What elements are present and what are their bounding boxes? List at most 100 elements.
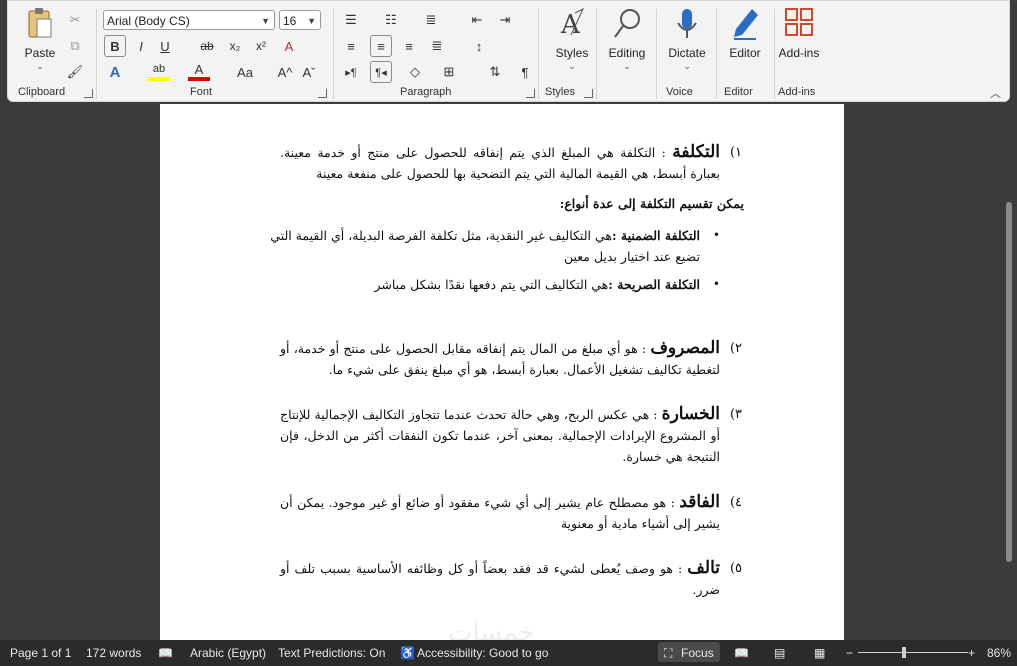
shading-icon[interactable]: ◇: [404, 61, 426, 83]
zoom-slider[interactable]: [858, 652, 968, 653]
numbering-icon[interactable]: ☷: [380, 9, 402, 31]
clear-formatting-button[interactable]: A: [278, 35, 300, 57]
chevron-down-icon: ▼: [307, 16, 316, 26]
vertical-scrollbar[interactable]: [1001, 104, 1017, 640]
web-layout-icon[interactable]: ▦: [814, 646, 825, 660]
editing-button[interactable]: Editing ⌄: [602, 7, 652, 72]
list-number: ١): [729, 145, 742, 160]
status-bar: Page 1 of 1 172 words 📖 Arabic (Egypt) T…: [0, 640, 1017, 666]
font-name-value: Arial (Body CS): [107, 14, 190, 28]
underline-button[interactable]: U: [154, 35, 176, 57]
paragraph-1: ١) التكلفة : التكلفة هي المبلغ الذي يتم …: [280, 142, 742, 184]
collapse-ribbon-icon[interactable]: ︿: [990, 85, 1001, 101]
editing-label: Editing: [608, 46, 646, 60]
font-size-combo[interactable]: 16 ▼: [279, 10, 321, 30]
increase-indent-icon[interactable]: ⇥: [494, 9, 516, 31]
bold-button[interactable]: B: [104, 35, 126, 57]
clipboard-dialog-launcher[interactable]: [84, 89, 93, 98]
ltr-icon[interactable]: ▸¶: [340, 61, 362, 83]
font-group-label: Font: [190, 86, 213, 98]
term: التكلفة الصريحة :: [608, 277, 700, 292]
paragraph-dialog-launcher[interactable]: [526, 89, 535, 98]
cut-icon[interactable]: ✂: [64, 9, 86, 31]
subscript-button[interactable]: x₂: [224, 35, 246, 57]
font-name-combo[interactable]: Arial (Body CS) ▼: [103, 10, 275, 30]
search-icon: [614, 9, 640, 38]
microphone-icon: [677, 9, 697, 38]
list-number: ٢): [729, 341, 742, 356]
paragraph-group-label: Paragraph: [400, 86, 452, 98]
multilevel-list-icon[interactable]: ≣: [420, 9, 442, 31]
document-page[interactable]: ١) التكلفة : التكلفة هي المبلغ الذي يتم …: [160, 104, 844, 644]
paragraph-4: ٤) الفاقد : هو مصطلح عام يشير إلى أي شيء…: [280, 492, 742, 534]
paragraph-5: ٥) تالف : هو وصف يُعطى لشيء قد فقد بعضاً…: [280, 558, 742, 600]
chevron-down-icon: ⌄: [623, 61, 631, 71]
term: الفاقد: [679, 492, 720, 512]
zoom-level[interactable]: 86%: [987, 646, 1011, 660]
word-count[interactable]: 172 words: [86, 646, 141, 660]
paste-button[interactable]: Paste ⌄: [22, 7, 58, 72]
font-color-button[interactable]: A: [188, 61, 210, 81]
styles-label: Styles: [555, 46, 589, 60]
grow-font-button[interactable]: A^: [274, 61, 296, 83]
language[interactable]: Arabic (Egypt): [190, 646, 266, 660]
zoom-in-icon[interactable]: +: [968, 646, 975, 660]
font-dialog-launcher[interactable]: [318, 89, 327, 98]
svg-text:A: A: [560, 10, 581, 40]
ribbon: Paste ⌄ ✂ ⧉ 🖌 Clipboard Arial (Body CS) ▼…: [7, 0, 1010, 102]
bullets-icon[interactable]: ☰: [340, 9, 362, 31]
divider: [596, 9, 597, 99]
shrink-font-button[interactable]: Aˇ: [298, 61, 320, 83]
accessibility-icon[interactable]: ♿: [400, 646, 415, 660]
page-count[interactable]: Page 1 of 1: [10, 646, 71, 660]
scrollbar-thumb[interactable]: [1006, 202, 1012, 562]
text-predictions[interactable]: Text Predictions: On: [278, 646, 385, 660]
focus-icon: ⛶: [664, 646, 673, 660]
align-center-icon[interactable]: ≡: [370, 35, 392, 57]
clipboard-group-label: Clipboard: [18, 86, 66, 98]
styles-button[interactable]: A Styles ⌄: [550, 7, 594, 72]
borders-icon[interactable]: ⊞: [438, 61, 460, 83]
addins-label: Add-ins: [778, 46, 820, 60]
editor-label: Editor: [729, 46, 761, 60]
focus-label: Focus: [681, 646, 714, 660]
align-right-icon[interactable]: ≡: [398, 35, 420, 57]
change-case-button[interactable]: Aa: [230, 61, 260, 83]
divider: [716, 9, 717, 99]
show-marks-icon[interactable]: ¶: [514, 61, 536, 83]
superscript-button[interactable]: x²: [250, 35, 272, 57]
dictate-button[interactable]: Dictate ⌄: [662, 7, 712, 72]
format-painter-icon[interactable]: 🖌: [64, 61, 86, 83]
term: التكلفة الضمنية :: [611, 228, 700, 243]
bullet-icon: •: [712, 277, 720, 291]
editor-group-label: Editor: [724, 86, 753, 98]
copy-icon[interactable]: ⧉: [64, 35, 86, 57]
read-mode-icon[interactable]: 📖: [734, 646, 749, 660]
highlight-button[interactable]: ab: [148, 61, 170, 81]
paste-icon: [28, 8, 52, 38]
justify-icon[interactable]: ≣: [426, 35, 448, 57]
list-number: ٥): [729, 561, 742, 576]
chevron-down-icon: ⌄: [683, 61, 691, 71]
divider: [333, 9, 334, 99]
align-left-icon[interactable]: ≡: [340, 35, 362, 57]
decrease-indent-icon[interactable]: ⇤: [466, 9, 488, 31]
line-spacing-icon[interactable]: ↕: [468, 35, 490, 57]
addins-button[interactable]: Add-ins: [776, 7, 822, 60]
strikethrough-button[interactable]: ab: [196, 35, 218, 57]
italic-button[interactable]: I: [130, 35, 152, 57]
rtl-icon[interactable]: ¶◂: [370, 61, 392, 83]
accessibility-status[interactable]: Accessibility: Good to go: [417, 646, 548, 660]
dictate-label: Dictate: [668, 46, 706, 60]
styles-dialog-launcher[interactable]: [584, 89, 593, 98]
zoom-slider-thumb[interactable]: [902, 647, 906, 658]
editor-button[interactable]: Editor: [720, 7, 770, 60]
proofing-icon[interactable]: 📖: [158, 646, 173, 660]
print-layout-icon[interactable]: ▤: [774, 646, 785, 660]
text-effects-button[interactable]: A: [104, 61, 126, 83]
chevron-down-icon[interactable]: ⌄: [22, 61, 58, 72]
sort-icon[interactable]: ⇅: [484, 61, 506, 83]
font-size-value: 16: [283, 14, 297, 28]
subheading: يمكن تقسيم التكلفة إلى عدة أنواع:: [559, 196, 744, 211]
zoom-out-icon[interactable]: −: [846, 646, 853, 660]
